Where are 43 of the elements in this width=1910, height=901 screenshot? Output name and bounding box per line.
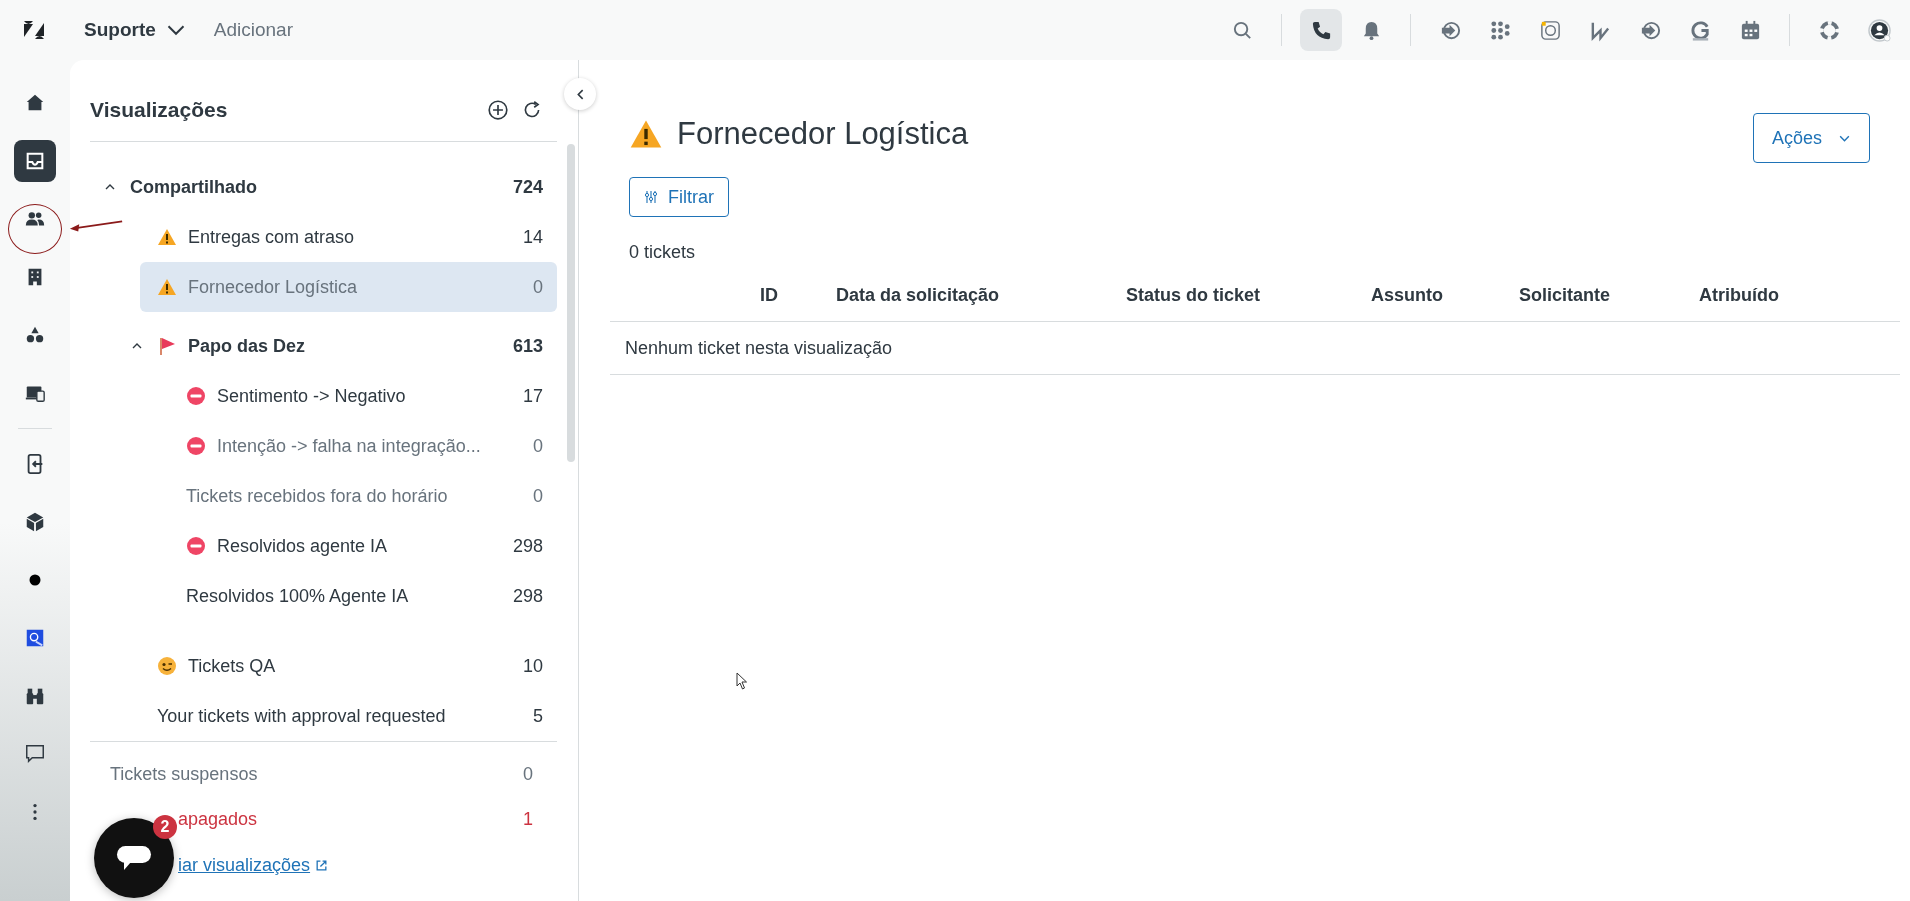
- view-group[interactable]: Papo das Dez 613: [126, 321, 557, 371]
- column-header[interactable]: Atribuído: [1699, 284, 1900, 306]
- actions-dropdown[interactable]: Ações: [1752, 113, 1870, 163]
- view-item[interactable]: apagados 1: [178, 797, 533, 842]
- flag-icon: [157, 336, 177, 356]
- no-entry-icon: [186, 436, 206, 456]
- no-entry-icon: [186, 386, 206, 406]
- warning-icon: [157, 227, 177, 247]
- view-title: Fornecedor Logística: [677, 116, 969, 152]
- view-item[interactable]: Intenção -> falha na integração... 0: [169, 421, 557, 471]
- product-switcher[interactable]: Suporte: [84, 15, 186, 45]
- add-button[interactable]: Adicionar: [213, 15, 293, 45]
- manage-link[interactable]: iar visualizações: [178, 854, 311, 876]
- column-header[interactable]: Data da solicitação: [836, 284, 1126, 306]
- view-item[interactable]: Resolvidos agente IA 298: [169, 521, 557, 571]
- view-group[interactable]: Compartilhado 724: [90, 162, 557, 212]
- winking-face-icon: [157, 656, 177, 676]
- column-header[interactable]: Status do ticket: [1126, 284, 1371, 306]
- column-header[interactable]: Solicitante: [1519, 284, 1699, 306]
- column-header[interactable]: Assunto: [1371, 284, 1519, 306]
- logo-icon[interactable]: [22, 18, 46, 42]
- view-item[interactable]: Tickets suspensos 0: [110, 752, 533, 797]
- phone-icon[interactable]: [1300, 9, 1342, 51]
- filter-button[interactable]: Filtrar: [629, 177, 729, 217]
- column-header[interactable]: ID: [760, 284, 836, 306]
- ticket-count: 0 tickets: [629, 242, 697, 263]
- view-item[interactable]: Fornecedor Logística 0: [140, 262, 557, 312]
- warning-icon: [157, 277, 177, 297]
- view-item[interactable]: Tickets QA 10: [140, 641, 557, 691]
- add-icon[interactable]: [487, 98, 509, 121]
- sliders-icon[interactable]: [644, 190, 658, 204]
- panel-title: Visualizações: [90, 97, 229, 122]
- empty-message: Nenhum ticket nesta visualização: [610, 322, 1900, 375]
- view-item[interactable]: Entregas com atraso 14: [140, 212, 557, 262]
- no-entry-icon: [186, 536, 206, 556]
- view-item[interactable]: Resolvidos 100% Agente IA 298: [169, 571, 557, 621]
- inbox-icon[interactable]: [14, 140, 56, 182]
- cursor-icon: [736, 672, 748, 690]
- external-link-icon[interactable]: [315, 858, 329, 872]
- view-item[interactable]: Tickets recebidos fora do horário 0: [169, 471, 557, 521]
- view-item[interactable]: Sentimento -> Negativo 17: [169, 371, 557, 421]
- view-item[interactable]: Your tickets with approval requested 5: [140, 691, 557, 741]
- scrollbar[interactable]: [567, 144, 575, 462]
